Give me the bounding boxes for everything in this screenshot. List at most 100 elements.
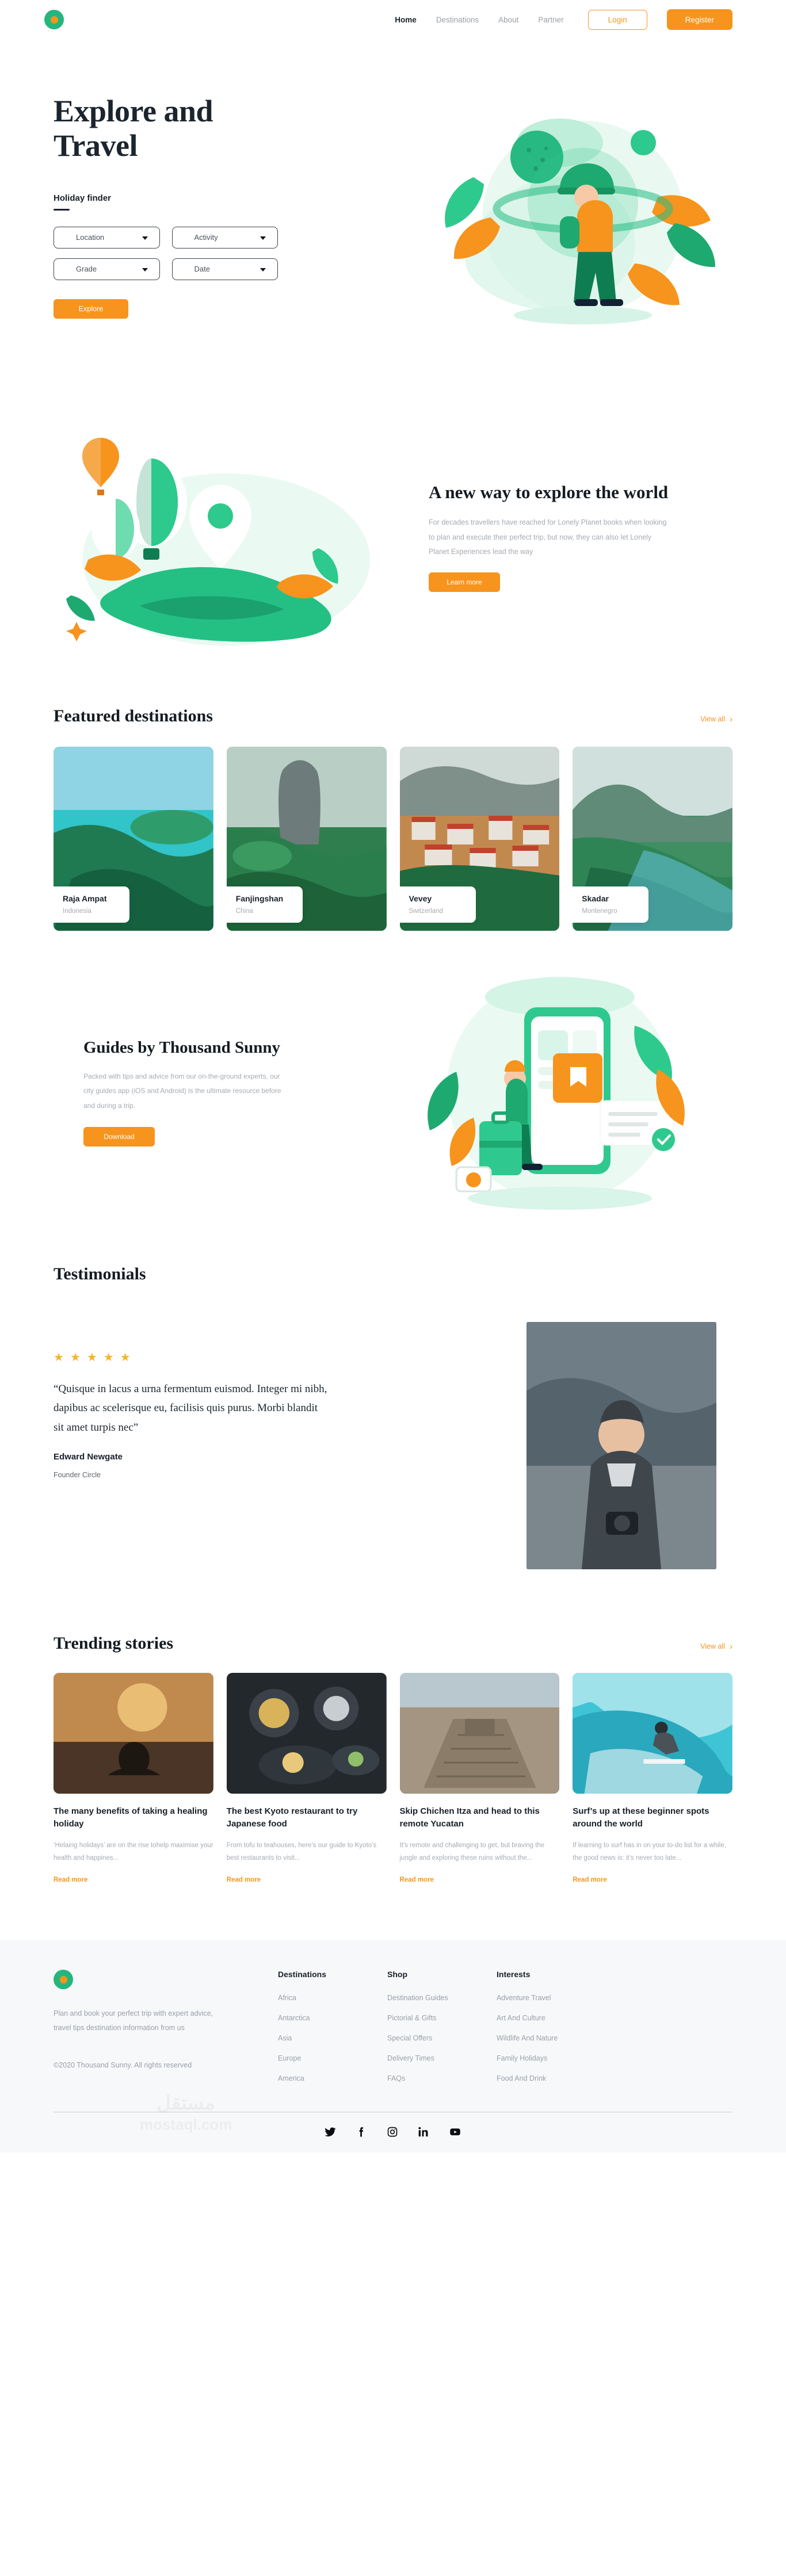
twitter-icon[interactable] bbox=[325, 2126, 336, 2138]
footer-link[interactable]: Family Holidays bbox=[497, 2054, 612, 2062]
grade-select-value: Grade bbox=[76, 265, 97, 274]
story-title: The many benefits of taking a healing ho… bbox=[54, 1806, 208, 1829]
nav-item-destinations[interactable]: Destinations bbox=[436, 16, 479, 24]
page-title: Explore and Travel bbox=[54, 94, 213, 163]
explore-world-section: A new way to explore the world For decad… bbox=[54, 402, 732, 672]
story-title: The best Kyoto restaurant to try Japanes… bbox=[226, 1806, 358, 1829]
testimonial-author: Edward Newgate bbox=[54, 1451, 123, 1462]
activity-select[interactable]: Activity bbox=[171, 226, 278, 249]
watermark-arabic: مستقل bbox=[157, 2092, 216, 2115]
read-more-link[interactable]: Read more bbox=[54, 1876, 87, 1883]
story-title: Skip Chichen Itza and head to this remot… bbox=[399, 1806, 540, 1829]
nav-item-about[interactable]: About bbox=[498, 16, 518, 24]
hero-section: Explore and Travel Holiday finder Locati… bbox=[54, 39, 732, 402]
location-select[interactable]: Location bbox=[54, 226, 160, 249]
read-more-link[interactable]: Read more bbox=[573, 1876, 606, 1883]
story-card[interactable]: The many benefits of taking a healing ho… bbox=[54, 1673, 213, 1885]
linkedin-icon[interactable] bbox=[418, 2126, 429, 2138]
footer-link[interactable]: Asia bbox=[278, 2034, 387, 2042]
destination-name: Fanjingshan bbox=[235, 894, 284, 903]
nav-item-partner[interactable]: Partner bbox=[538, 16, 563, 24]
star-icon: ★ bbox=[86, 1351, 97, 1364]
stories-view-all-link[interactable]: View all › bbox=[700, 1642, 732, 1651]
location-select-value: Location bbox=[76, 233, 105, 242]
footer-link[interactable]: Europe bbox=[278, 2054, 387, 2062]
footer-heading: Destinations bbox=[278, 1970, 327, 1979]
stories-view-all-label: View all bbox=[700, 1642, 725, 1650]
holiday-finder-form: Location Activity Grade Date bbox=[54, 226, 278, 280]
story-excerpt: If learning to surf has in on your to-do… bbox=[573, 1841, 726, 1862]
footer-column-destinations: Destinations Africa Antarctica Asia Euro… bbox=[278, 1970, 387, 2095]
explore-button[interactable]: Explore bbox=[54, 299, 128, 319]
testimonials-title: Testimonials bbox=[54, 1264, 146, 1283]
main-navigation: Home Destinations About Partner Login Re… bbox=[395, 9, 732, 30]
featured-destinations-title: Featured destinations bbox=[54, 706, 213, 725]
destination-country: Indonesia bbox=[63, 908, 91, 915]
nav-item-home[interactable]: Home bbox=[395, 16, 417, 24]
grade-select[interactable]: Grade bbox=[54, 258, 160, 280]
chevron-down-icon bbox=[142, 267, 148, 272]
footer-link[interactable]: Special Offers bbox=[387, 2034, 497, 2042]
story-card-grid: The many benefits of taking a healing ho… bbox=[54, 1673, 732, 1885]
balloons-illustration bbox=[48, 416, 405, 658]
chevron-down-icon bbox=[260, 236, 266, 240]
facebook-icon[interactable] bbox=[356, 2126, 367, 2138]
activity-select-value: Activity bbox=[194, 233, 218, 242]
holiday-finder-label: Holiday finder bbox=[54, 193, 112, 203]
story-card[interactable]: The best Kyoto restaurant to try Japanes… bbox=[226, 1673, 387, 1885]
story-image bbox=[54, 1673, 213, 1794]
read-more-link[interactable]: Read more bbox=[400, 1876, 434, 1883]
explore-world-title: A new way to explore the world bbox=[429, 482, 669, 503]
footer-logo-icon[interactable] bbox=[54, 1970, 73, 1990]
footer-link[interactable]: Wildlife And Nature bbox=[497, 2034, 612, 2042]
login-button[interactable]: Login bbox=[587, 9, 647, 30]
testimonial-quote: “Quisque in lacus a urna fermentum euism… bbox=[54, 1383, 327, 1434]
footer-link[interactable]: FAQs bbox=[387, 2074, 497, 2082]
testimonial-role: Founder Circle bbox=[54, 1470, 101, 1479]
footer-link[interactable]: America bbox=[278, 2074, 387, 2082]
download-button[interactable]: Download bbox=[83, 1126, 155, 1146]
date-select-value: Date bbox=[194, 265, 210, 274]
footer-link[interactable]: Africa bbox=[278, 1994, 387, 2002]
story-excerpt: From tofu to teahouses, here’s our guide… bbox=[226, 1841, 377, 1862]
destination-name: Skadar bbox=[582, 894, 609, 903]
title-underline bbox=[54, 208, 70, 211]
learn-more-button[interactable]: Learn more bbox=[429, 572, 500, 592]
featured-view-all-label: View all bbox=[700, 715, 725, 723]
trending-stories-title: Trending stories bbox=[54, 1634, 174, 1653]
read-more-link[interactable]: Read more bbox=[227, 1876, 261, 1883]
footer-link[interactable]: Delivery Times bbox=[387, 2054, 497, 2062]
footer-link[interactable]: Adventure Travel bbox=[497, 1994, 612, 2002]
story-image bbox=[573, 1673, 732, 1794]
footer-link[interactable]: Food And Drink bbox=[497, 2074, 612, 2082]
destination-card[interactable]: Raja Ampat Indonesia bbox=[54, 747, 213, 931]
footer-link[interactable]: Antarctica bbox=[278, 2014, 387, 2022]
story-card[interactable]: Skip Chichen Itza and head to this remot… bbox=[399, 1673, 560, 1885]
guides-illustration bbox=[387, 957, 732, 1227]
footer-link[interactable]: Destination Guides bbox=[387, 1994, 497, 2002]
story-card[interactable]: Surf’s up at these beginner spots around… bbox=[573, 1673, 732, 1885]
featured-view-all-link[interactable]: View all › bbox=[700, 715, 732, 724]
footer-link[interactable]: Art And Culture bbox=[497, 2014, 612, 2022]
destination-country: China bbox=[235, 908, 253, 915]
destination-card[interactable]: Fanjingshan China bbox=[226, 747, 387, 931]
destination-tag: Vevey Switzerland bbox=[399, 886, 476, 923]
destination-name: Raja Ampat bbox=[63, 894, 107, 903]
destination-card[interactable]: Vevey Switzerland bbox=[399, 747, 560, 931]
chevron-down-icon bbox=[142, 236, 148, 240]
guides-section: Guides by Thousand Sunny Packed with tip… bbox=[54, 931, 732, 1253]
destination-card[interactable]: Skadar Montenegro bbox=[573, 747, 732, 931]
youtube-icon[interactable] bbox=[449, 2126, 461, 2138]
register-button[interactable]: Register bbox=[666, 9, 732, 30]
destination-tag: Skadar Montenegro bbox=[573, 886, 649, 923]
star-icon: ★ bbox=[103, 1351, 114, 1364]
instagram-icon[interactable] bbox=[387, 2126, 398, 2138]
logo-circle-icon bbox=[44, 10, 64, 29]
story-image bbox=[226, 1673, 387, 1794]
story-image bbox=[399, 1673, 560, 1794]
date-select[interactable]: Date bbox=[171, 258, 278, 280]
story-excerpt: It’s remote and challenging to get, but … bbox=[399, 1841, 545, 1862]
star-icon: ★ bbox=[120, 1351, 131, 1364]
footer-link[interactable]: Pictorial & Gifts bbox=[387, 2014, 497, 2022]
logo[interactable] bbox=[44, 0, 64, 39]
